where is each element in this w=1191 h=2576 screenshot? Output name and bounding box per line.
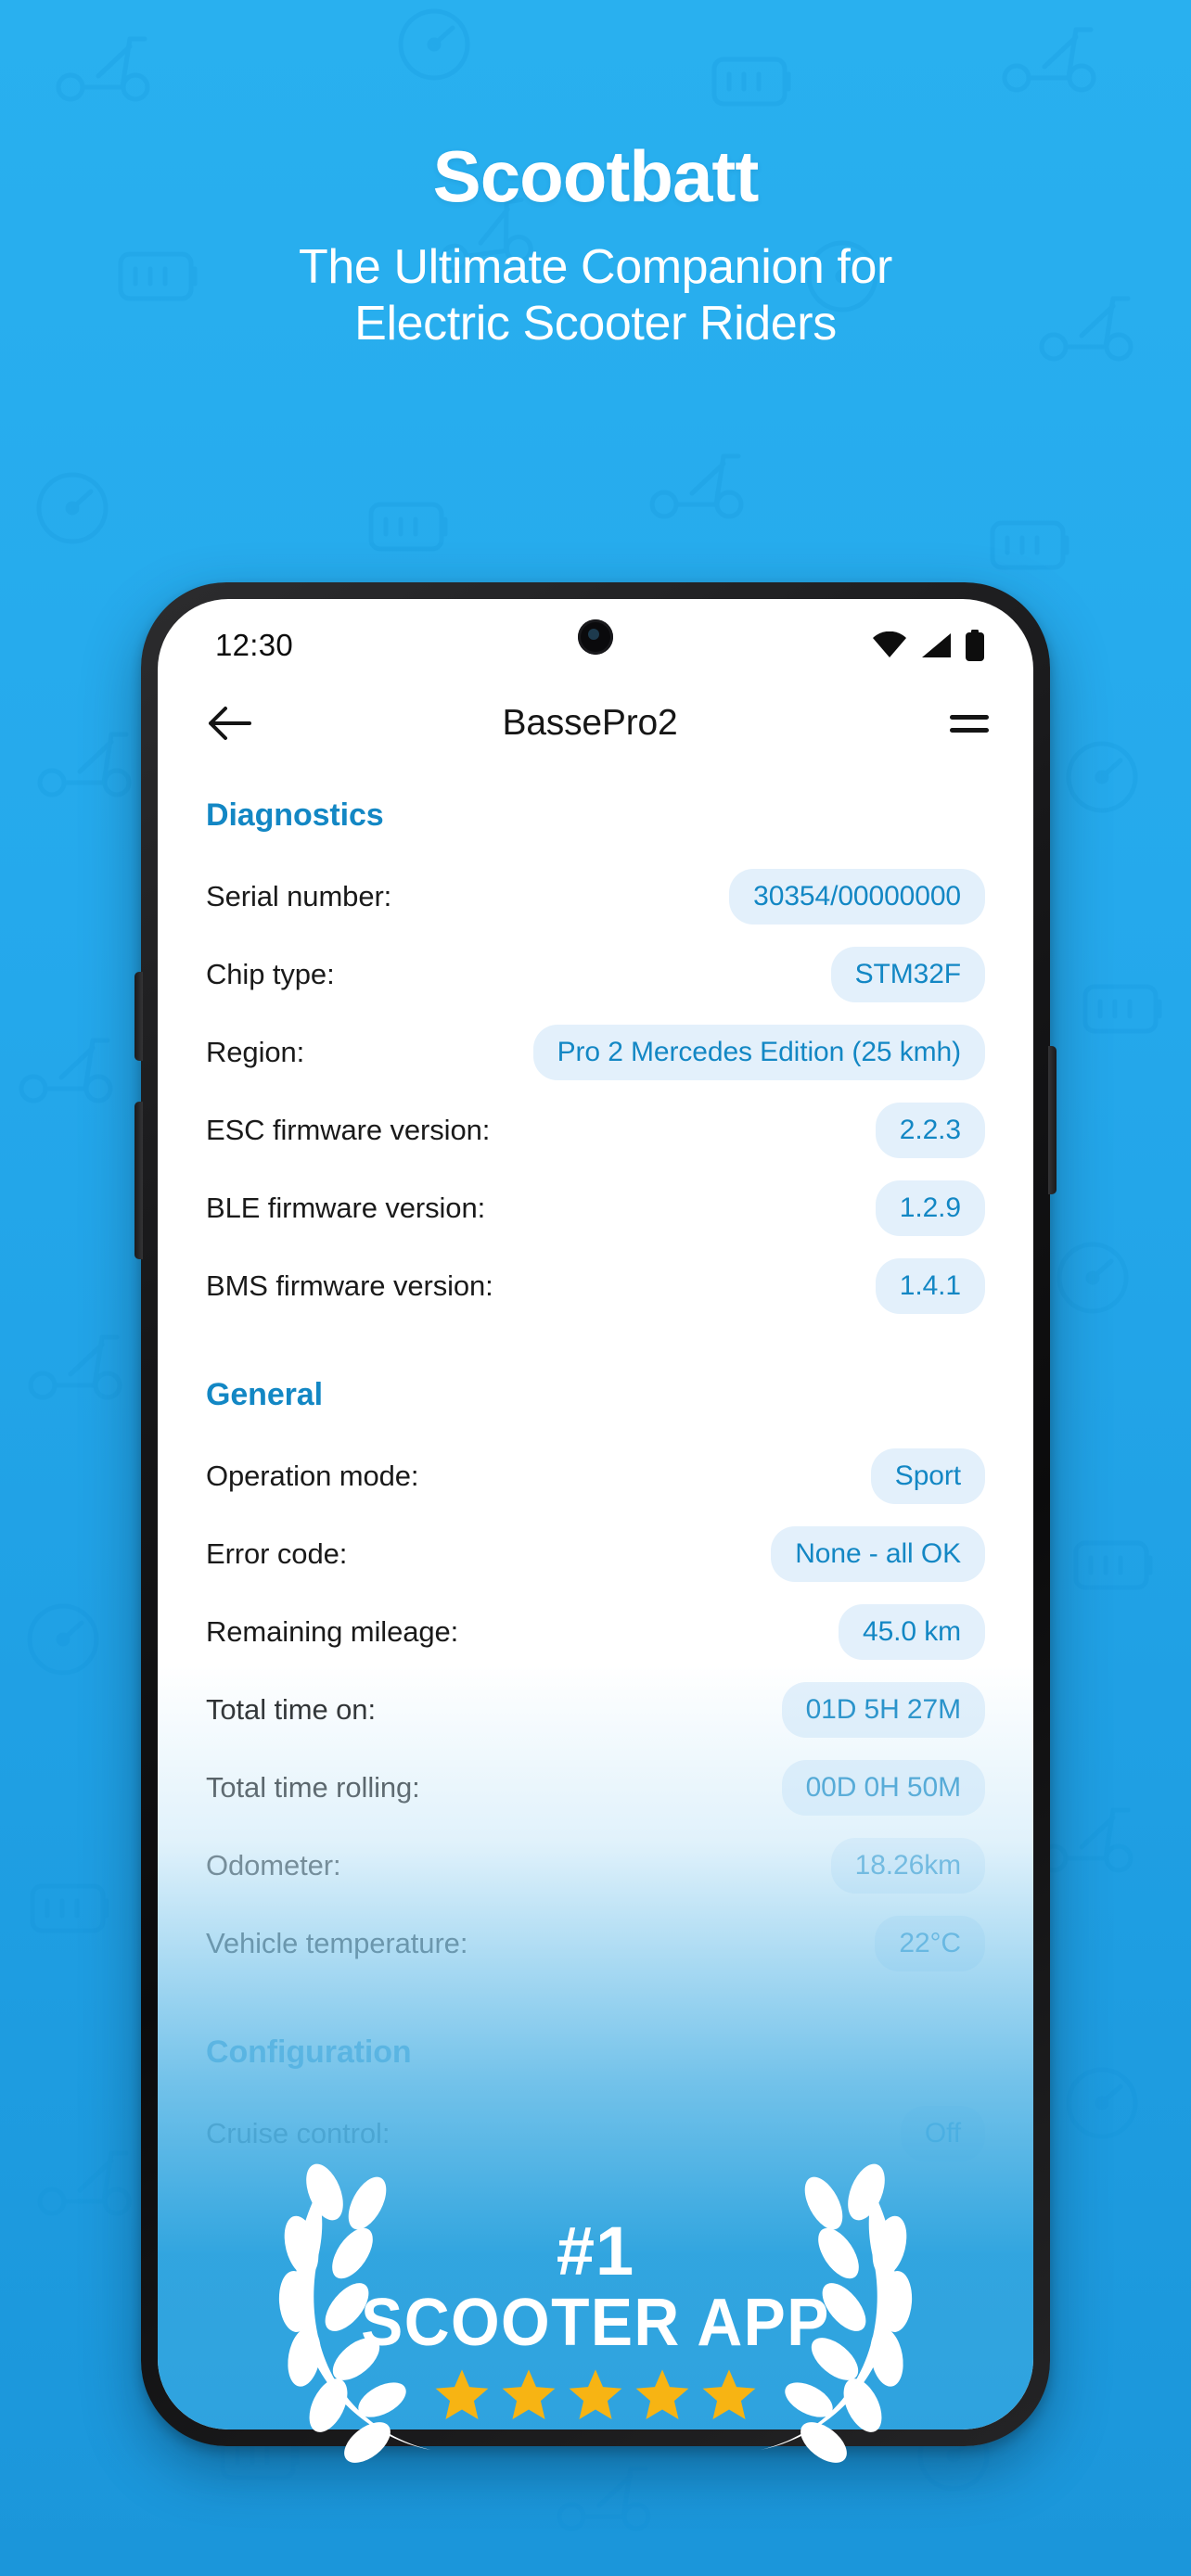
row-label: Vehicle temperature: [206,1927,468,1959]
hero-tagline-line-1: The Ultimate Companion for [299,239,892,294]
status-badge: Sport [870,1448,985,1504]
row-label: Odometer: [206,1849,341,1881]
hero-tagline-line-2: Electric Scooter Riders [354,297,837,351]
cellular-signal-icon [922,633,951,657]
section-header-general: General [206,1377,323,1412]
hamburger-menu-button[interactable] [929,694,989,753]
status-badge: 22°C [875,1916,985,1971]
status-badge: 01D 5H 27M [781,1682,985,1738]
row-label: Operation mode: [206,1460,419,1492]
row-label: ESC firmware version: [206,1114,491,1146]
status-badge: STM32F [830,947,985,1002]
wifi-icon [873,631,906,657]
status-badge: 45.0 km [838,1604,985,1660]
award-badge: #1 SCOOTER APP [0,2133,1191,2522]
table-row[interactable]: Operation mode: Sport [206,1437,985,1515]
front-camera-icon [578,619,613,655]
star-icon [502,2369,556,2420]
hero-headline-block: Scootbatt The Ultimate Companion for Ele… [0,135,1191,353]
status-badge: None - all OK [771,1526,985,1582]
battery-icon [966,630,984,661]
app-bar-title: BassePro2 [502,703,678,743]
table-row[interactable]: Serial number: 30354/00000000 [206,858,985,936]
table-row[interactable]: Region: Pro 2 Mercedes Edition (25 kmh) [206,1014,985,1091]
table-row[interactable]: Total time on: 01D 5H 27M [206,1671,985,1749]
status-bar-clock: 12:30 [215,628,294,662]
row-label: Error code: [206,1537,348,1570]
table-row[interactable]: Remaining mileage: 45.0 km [206,1593,985,1671]
table-row[interactable]: ESC firmware version: 2.2.3 [206,1091,985,1169]
row-label: BLE firmware version: [206,1192,486,1224]
status-badge: 18.26km [830,1838,985,1894]
laurel-wreath-right-icon [761,2163,913,2463]
arrow-left-icon [209,707,251,740]
table-row[interactable]: Chip type: STM32F [206,936,985,1014]
phone-side-button-right[interactable] [1048,1046,1057,1194]
row-label: Total time on: [206,1693,376,1726]
star-icon [569,2369,622,2420]
row-label: Total time rolling: [206,1771,420,1804]
star-icon [635,2369,689,2420]
status-bar-icons [872,630,985,661]
status-badge: 2.2.3 [875,1103,985,1158]
section-header-configuration: Configuration [206,2034,412,2070]
status-badge: 00D 0H 50M [781,1760,985,1816]
row-label: BMS firmware version: [206,1269,493,1302]
row-label: Serial number: [206,880,392,912]
table-row[interactable]: Error code: None - all OK [206,1515,985,1593]
status-badge: Pro 2 Mercedes Edition (25 kmh) [532,1025,985,1080]
hero-tagline: The Ultimate Companion for Electric Scoo… [0,239,1191,353]
status-badge: 30354/00000000 [729,869,985,925]
table-row[interactable]: Total time rolling: 00D 0H 50M [206,1749,985,1827]
page-title: Scootbatt [432,135,760,217]
table-row[interactable]: Odometer: 18.26km [206,1827,985,1905]
section-header-diagnostics: Diagnostics [206,797,384,833]
row-label: Region: [206,1036,305,1068]
row-label: Remaining mileage: [206,1615,459,1648]
app-bar: BassePro2 [158,679,1033,768]
status-badge: 1.4.1 [875,1258,985,1314]
app-scroll-content[interactable]: Diagnostics Serial number: 30354/0000000… [158,768,1033,2173]
table-row[interactable]: Vehicle temperature: 22°C [206,1905,985,1983]
row-label: Chip type: [206,958,335,990]
hamburger-menu-icon-bar-2 [950,727,989,733]
table-row[interactable]: BLE firmware version: 1.2.9 [206,1169,985,1247]
status-badge: 1.2.9 [875,1180,985,1236]
table-row[interactable]: BMS firmware version: 1.4.1 [206,1247,985,1325]
hamburger-menu-icon-bar-1 [950,714,989,720]
